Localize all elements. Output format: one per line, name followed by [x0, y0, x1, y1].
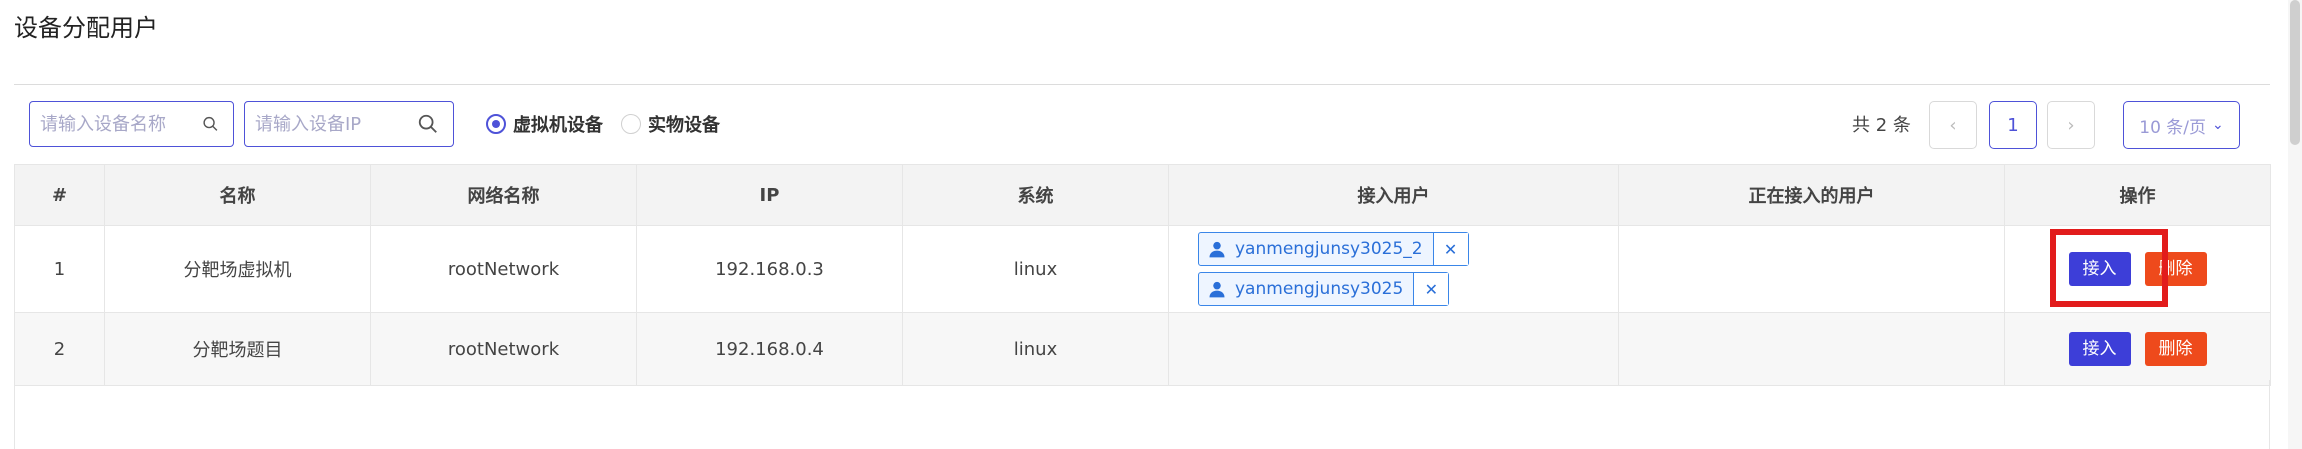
radio-physical-device[interactable]: 实物设备	[621, 111, 720, 137]
radio-virtual-device[interactable]: 虚拟机设备	[486, 111, 603, 137]
cell-users: yanmengjunsy3025_2 ✕ yanmengjunsy3025 ✕	[1168, 225, 1619, 313]
search-icon[interactable]	[202, 113, 219, 135]
cell-users	[1168, 312, 1619, 386]
prev-page-button[interactable]: ‹	[1929, 101, 1977, 149]
radio-checked-icon[interactable]	[486, 114, 506, 134]
radio-label: 实物设备	[648, 115, 720, 136]
radio-unchecked-icon[interactable]	[621, 114, 641, 134]
cell-os: linux	[902, 312, 1169, 386]
search-device-name[interactable]	[29, 101, 234, 147]
cell-active-users	[1618, 225, 2005, 313]
user-tag-label: yanmengjunsy3025_2	[1235, 239, 1423, 259]
cell-name: 分靶场虚拟机	[104, 225, 371, 313]
header-index: #	[14, 164, 105, 226]
header-ip: IP	[636, 164, 903, 226]
scrollbar-thumb[interactable]	[2290, 0, 2300, 145]
page-size-select[interactable]: 10 条/页 ⌄	[2123, 101, 2240, 149]
device-ip-input[interactable]	[245, 103, 417, 145]
delete-button[interactable]: 删除	[2144, 332, 2207, 366]
user-tag: yanmengjunsy3025_2 ✕	[1198, 232, 1469, 266]
header-os: 系统	[902, 164, 1169, 226]
divider	[14, 84, 2270, 85]
cell-ip: 192.168.0.3	[636, 225, 903, 313]
person-icon	[1209, 281, 1225, 298]
cell-actions: 接入 删除	[2004, 312, 2271, 386]
close-icon[interactable]: ✕	[1413, 273, 1449, 305]
cell-network: rootNetwork	[370, 312, 637, 386]
header-actions: 操作	[2004, 164, 2271, 226]
cell-index: 1	[14, 225, 105, 313]
close-icon[interactable]: ✕	[1432, 233, 1468, 265]
table-empty-area	[14, 380, 2270, 449]
search-device-ip[interactable]	[244, 101, 454, 147]
cell-ip: 192.168.0.4	[636, 312, 903, 386]
cell-actions: 接入 删除	[2004, 225, 2271, 313]
cell-index: 2	[14, 312, 105, 386]
cell-active-users	[1618, 312, 2005, 386]
radio-label: 虚拟机设备	[513, 115, 603, 136]
user-tag-list: yanmengjunsy3025_2 ✕ yanmengjunsy3025 ✕	[1170, 232, 1617, 306]
connect-button[interactable]: 接入	[2068, 332, 2131, 366]
cell-network: rootNetwork	[370, 225, 637, 313]
cell-os: linux	[902, 225, 1169, 313]
header-users: 接入用户	[1168, 164, 1619, 226]
header-active-users: 正在接入的用户	[1618, 164, 2005, 226]
table-header-row: # 名称 网络名称 IP 系统 接入用户 正在接入的用户 操作	[14, 164, 2271, 226]
person-icon	[1209, 241, 1225, 258]
device-table: # 名称 网络名称 IP 系统 接入用户 正在接入的用户 操作 1 分靶场虚拟机…	[14, 164, 2271, 386]
connect-button[interactable]: 接入	[2068, 252, 2131, 286]
device-type-radio-group: 虚拟机设备 实物设备	[486, 111, 738, 137]
next-page-button[interactable]: ›	[2047, 101, 2095, 149]
chevron-down-icon: ⌄	[2212, 117, 2224, 133]
user-tag: yanmengjunsy3025 ✕	[1198, 272, 1450, 306]
user-tag-label: yanmengjunsy3025	[1235, 279, 1404, 299]
pagination-total: 共 2 条	[1852, 115, 1911, 136]
header-name: 名称	[104, 164, 371, 226]
table-row: 2 分靶场题目 rootNetwork 192.168.0.4 linux 接入…	[14, 312, 2271, 386]
page-size-label: 10 条/页	[2139, 117, 2207, 138]
search-icon[interactable]	[417, 113, 439, 135]
cell-name: 分靶场题目	[104, 312, 371, 386]
header-network: 网络名称	[370, 164, 637, 226]
delete-button[interactable]: 删除	[2144, 252, 2207, 286]
table-row: 1 分靶场虚拟机 rootNetwork 192.168.0.3 linux y…	[14, 225, 2271, 313]
page-number-button[interactable]: 1	[1989, 101, 2037, 149]
page-title: 设备分配用户	[14, 14, 158, 42]
device-name-input[interactable]	[30, 103, 202, 145]
